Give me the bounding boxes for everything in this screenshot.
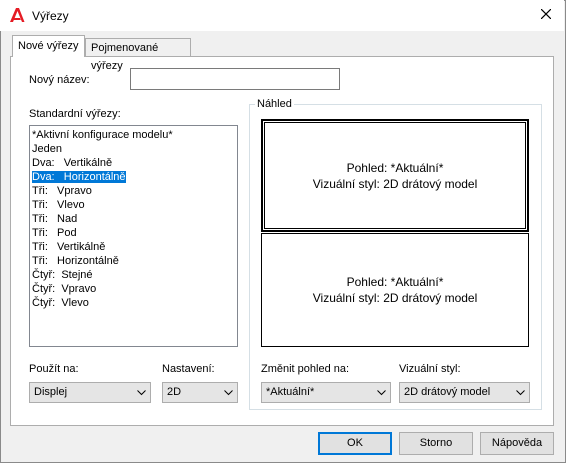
ok-button[interactable]: OK <box>318 432 392 455</box>
close-icon <box>540 8 552 22</box>
standard-viewports-label: Standardní výřezy: <box>29 108 121 120</box>
list-item[interactable]: Tři: Nad <box>30 212 237 226</box>
title-bar[interactable]: Výřezy <box>0 0 564 31</box>
standard-viewports-list[interactable]: *Aktivní konfigurace modelu* Jeden Dva: … <box>29 125 238 347</box>
window-title: Výřezy <box>32 9 69 23</box>
autocad-logo-icon <box>9 7 25 23</box>
cancel-button[interactable]: Storno <box>399 432 473 455</box>
viewport-style-text: Vizuální styl: 2D drátový model <box>312 176 478 191</box>
preview-viewport-top[interactable]: Pohled: *Aktuální* Vizuální styl: 2D drá… <box>261 119 529 232</box>
list-item-selected[interactable]: Dva: Horizontálně <box>30 170 237 184</box>
help-button[interactable]: Nápověda <box>480 432 554 455</box>
list-item[interactable]: Tři: Vlevo <box>30 198 237 212</box>
chevron-down-icon <box>516 383 525 402</box>
chevron-down-icon <box>377 383 386 402</box>
setup-value: 2D <box>167 386 182 398</box>
list-item[interactable]: Čtyř: Vlevo <box>30 296 237 310</box>
tab-new-viewports[interactable]: Nové výřezy <box>12 35 85 57</box>
apply-to-value: Displej <box>34 386 68 398</box>
visual-style-label: Vizuální styl: <box>399 363 461 375</box>
apply-to-select[interactable]: Displej <box>29 382 151 403</box>
viewport-style-text: Vizuální styl: 2D drátový model <box>312 291 478 305</box>
preview-label: Náhled <box>255 97 294 111</box>
new-name-label: Nový název: <box>29 74 90 86</box>
close-button[interactable] <box>532 4 560 26</box>
setup-select[interactable]: 2D <box>162 382 238 403</box>
visual-style-select[interactable]: 2D drátový model <box>399 382 530 403</box>
list-item[interactable]: Tři: Vpravo <box>30 184 237 198</box>
chevron-down-icon <box>224 383 233 402</box>
list-item[interactable]: Dva: Vertikálně <box>30 156 237 170</box>
change-view-value: *Aktuální* <box>266 386 315 398</box>
list-item[interactable]: Čtyř: Stejné <box>30 268 237 282</box>
setup-label: Nastavení: <box>162 363 215 375</box>
list-item[interactable]: Jeden <box>30 142 237 156</box>
list-item[interactable]: Čtyř: Vpravo <box>30 282 237 296</box>
visual-style-value: 2D drátový model <box>404 386 491 398</box>
viewport-view-text: Pohled: *Aktuální* <box>346 160 444 175</box>
viewport-view-text: Pohled: *Aktuální* <box>346 275 444 289</box>
list-item[interactable]: *Aktivní konfigurace modelu* <box>30 128 237 142</box>
preview-viewport-bottom[interactable]: Pohled: *Aktuální* Vizuální styl: 2D drá… <box>261 233 529 347</box>
tab-named-viewports[interactable]: Pojmenované výřezy <box>85 38 191 72</box>
chevron-down-icon <box>137 383 146 402</box>
change-view-select[interactable]: *Aktuální* <box>261 382 391 403</box>
change-view-label: Změnit pohled na: <box>261 363 350 375</box>
new-name-input[interactable] <box>130 68 340 90</box>
list-item[interactable]: Tři: Vertikálně <box>30 240 237 254</box>
list-item[interactable]: Tři: Pod <box>30 226 237 240</box>
apply-to-label: Použít na: <box>29 363 79 375</box>
list-item[interactable]: Tři: Horizontálně <box>30 254 237 268</box>
tab-label: Nové výřezy <box>18 40 79 52</box>
